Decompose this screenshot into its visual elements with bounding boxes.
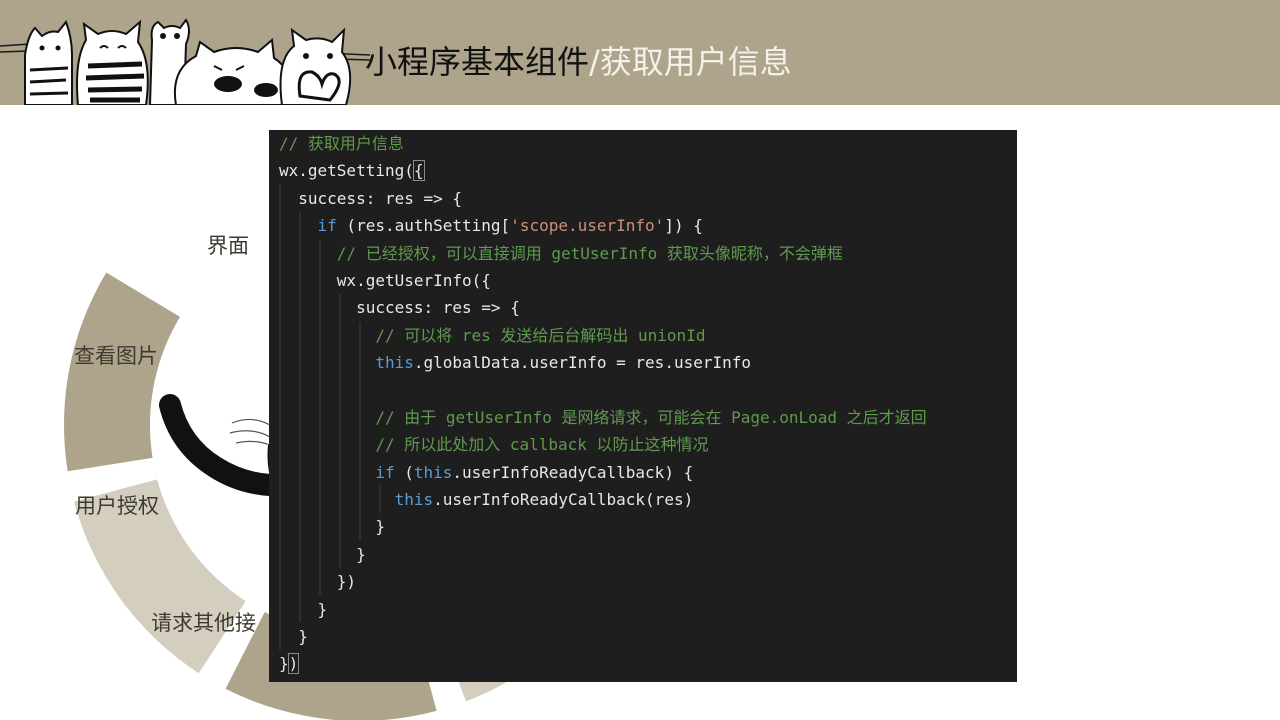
code-line: }) [279, 568, 927, 595]
code-token: } [279, 599, 328, 619]
ring-segment-other-requests [63, 272, 180, 472]
segment-label-ui: 界面 [207, 234, 249, 258]
code-line: // 所以此处加入 callback 以防止这种情况 [279, 431, 927, 458]
code-token: ) [287, 653, 300, 675]
code-token: ( [394, 462, 414, 482]
title-subtitle: 获取用户信息 [599, 43, 792, 81]
code-token: success: res => { [279, 188, 463, 208]
cats-illustration [0, 18, 370, 105]
code-token: .globalData.userInfo = res.userInfo [413, 353, 752, 373]
title-separator: / [589, 43, 600, 81]
code-token: // 获取用户信息 [279, 134, 404, 153]
code-line: if (res.authSetting['scope.userInfo']) { [279, 212, 927, 239]
code-token: } [279, 654, 289, 674]
code-token: this [375, 353, 414, 373]
code-token: } [279, 517, 385, 537]
code-token: wx.getUserInfo({ [279, 270, 491, 290]
code-token: wx.getSetting( [279, 161, 414, 181]
code-line: } [279, 623, 927, 650]
code-line: this.userInfoReadyCallback(res) [279, 486, 927, 513]
code-line: // 获取用户信息 [279, 130, 927, 157]
code-token: } [279, 627, 308, 647]
header-bar: 小程序基本组件/获取用户信息 [0, 0, 1280, 105]
segment-label-other-requests: 请求其他接 [151, 611, 256, 635]
code-token: .userInfoReadyCallback) { [452, 462, 694, 482]
cat-tail-sketch [159, 394, 281, 496]
code-token: this [394, 490, 434, 510]
code-token: { [412, 160, 425, 182]
code-token: } [279, 544, 366, 564]
code-token: }) [279, 572, 357, 592]
title-main: 小程序基本组件 [365, 43, 590, 81]
code-token: this [413, 462, 453, 482]
code-token: .userInfoReadyCallback(res) [433, 490, 694, 510]
code-line: success: res => { [279, 185, 927, 212]
code-line: success: res => { [279, 294, 927, 321]
code-line: wx.getSetting({ [279, 157, 927, 184]
code-line: // 由于 getUserInfo 是网络请求，可能会在 Page.onLoad… [279, 404, 927, 431]
code-token: success: res => { [279, 298, 520, 318]
page-title: 小程序基本组件/获取用户信息 [365, 40, 792, 84]
code-token: // 由于 getUserInfo 是网络请求，可能会在 Page.onLoad… [279, 407, 927, 427]
code-line: } [279, 541, 927, 568]
code-line: } [279, 513, 927, 540]
code-token: // 已经授权，可以直接调用 getUserInfo 获取头像昵称，不会弹框 [279, 243, 843, 263]
code-line: wx.getUserInfo({ [279, 267, 927, 294]
segment-label-user-auth: 用户授权 [75, 494, 159, 518]
code-block: // 获取用户信息 wx.getSetting({ success: res =>… [279, 130, 927, 678]
code-line: // 可以将 res 发送给后台解码出 unionId [279, 322, 927, 349]
code-token: 'scope.userInfo' [510, 216, 665, 236]
code-token: ]) { [664, 216, 703, 236]
code-line: }) [279, 650, 927, 677]
code-line: // 已经授权，可以直接调用 getUserInfo 获取头像昵称，不会弹框 [279, 240, 927, 267]
code-line: this.globalData.userInfo = res.userInfo [279, 349, 927, 376]
code-token: // 所以此处加入 callback 以防止这种情况 [279, 435, 709, 455]
code-token: if [317, 216, 337, 236]
segment-label-view-images: 查看图片 [74, 344, 158, 368]
code-token: // 可以将 res 发送给后台解码出 unionId [279, 325, 706, 345]
code-line: } [279, 596, 927, 623]
code-screenshot: // 获取用户信息 wx.getSetting({ success: res =>… [269, 130, 1017, 682]
code-token: if [375, 462, 395, 482]
code-token: (res.authSetting[ [336, 216, 511, 236]
code-line: if (this.userInfoReadyCallback) { [279, 459, 927, 486]
